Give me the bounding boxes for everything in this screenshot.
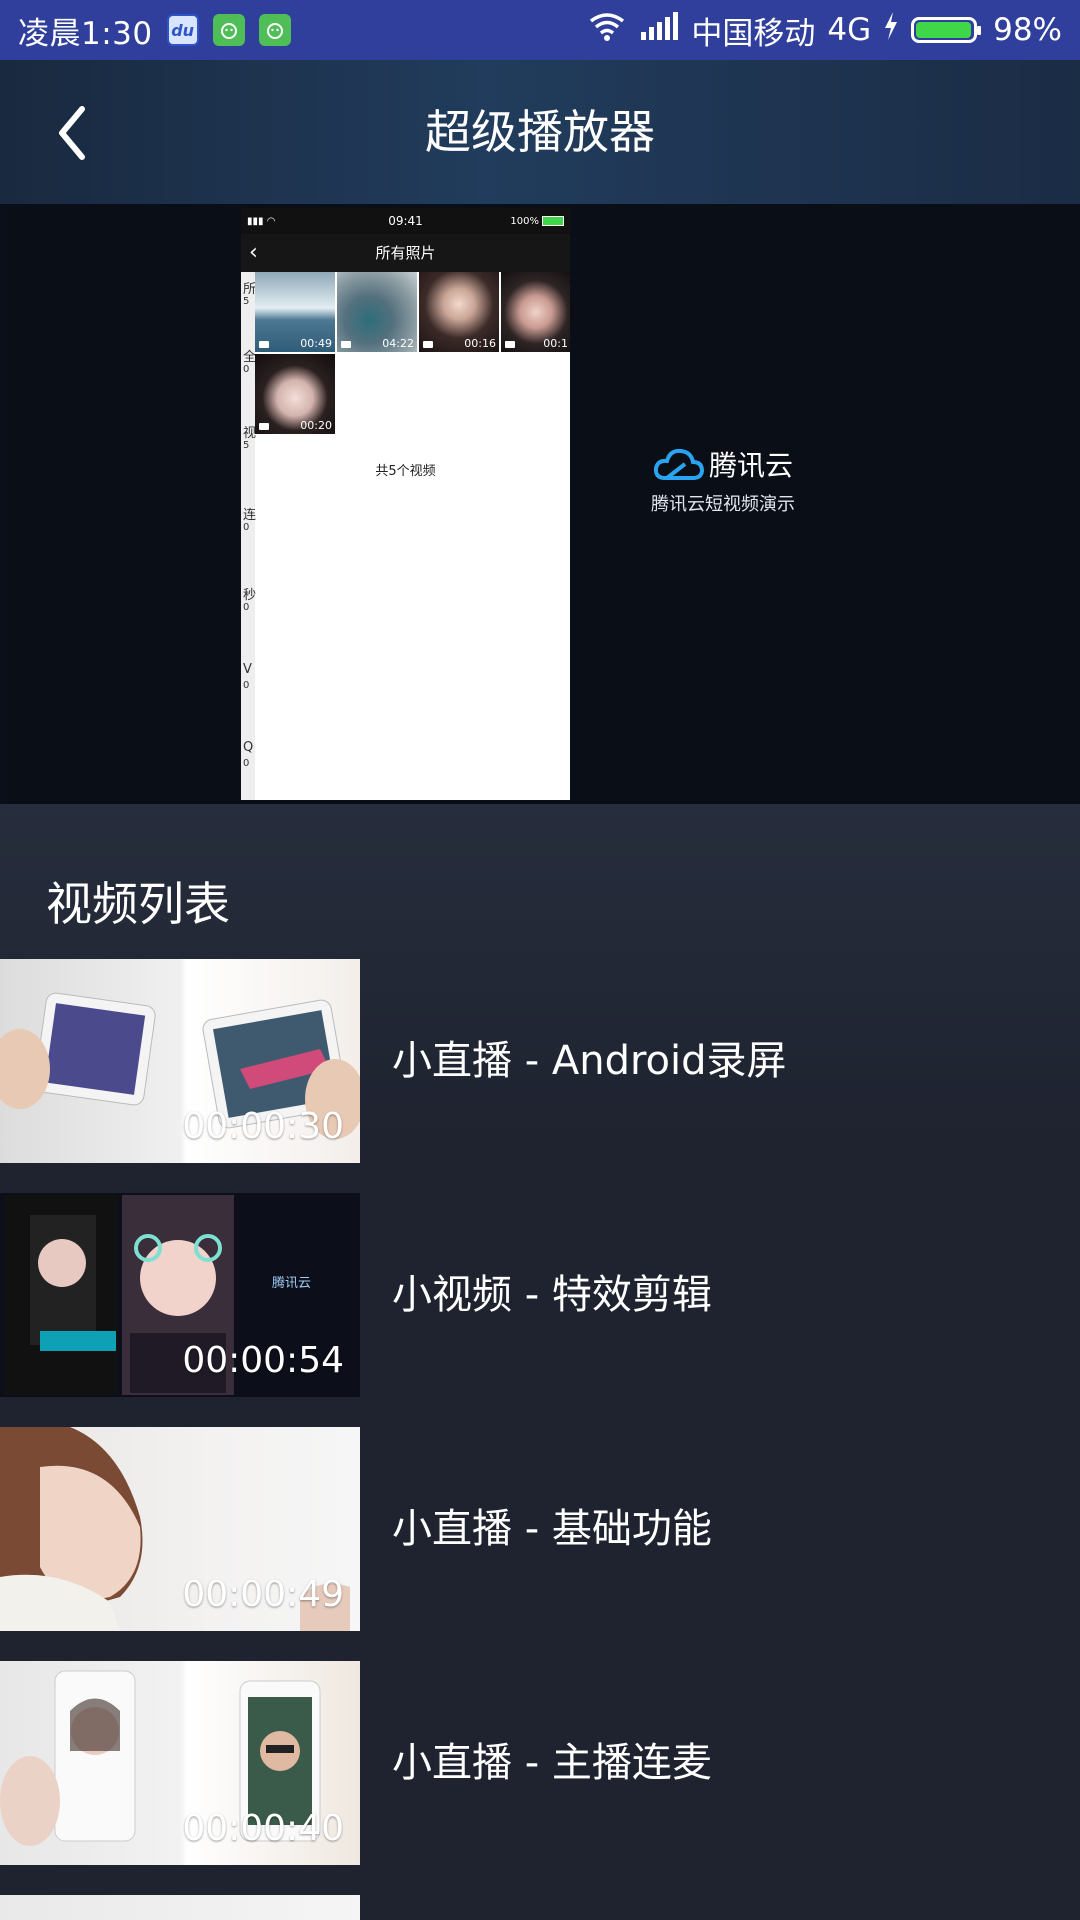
cat-app-icon [212,14,245,46]
video-list-item[interactable]: 00:00:49 小直播 - 基础功能 [0,1427,1080,1631]
phone-video-grid: 00:49 04:22 00:16 00:1 00:20 [255,272,570,442]
charging-icon [883,12,899,48]
video-duration: 00:00:49 [182,1574,344,1615]
status-bar: 凌晨1:30 du 中国移动 4G 98% [0,0,1080,60]
battery-percent: 98% [993,12,1062,48]
phone-video-count: 共5个视频 [375,464,436,479]
video-list-item-partial[interactable] [0,1895,1080,1920]
video-list-item[interactable]: 00:00:40 小直播 - 主播连麦 [0,1661,1080,1865]
phone-nav-bar: ‹ 所有照片 [241,234,570,272]
phone-video-thumb: 04:22 [337,272,417,352]
tencent-cloud-logo: 腾讯云 腾讯云短视频演示 [638,444,808,516]
video-duration: 00:00:54 [182,1340,344,1381]
video-frame-phone-screen: ▮▮▮ ◠ 09:41 100% ‹ 所有照片 所 5 全 0 视 5 连 0 … [241,208,570,800]
battery-icon [911,17,982,43]
video-thumbnail: 腾讯云 00:00:54 [0,1193,360,1397]
du-app-icon: du [166,14,199,46]
network-type: 4G [827,12,872,48]
phone-signal-icon: ▮▮▮ ◠ [247,215,276,227]
video-thumbnail: 00:00:49 [0,1427,360,1631]
cat-app-icon [258,14,291,46]
video-title: 小直播 - 基础功能 [392,1506,712,1552]
video-title: 小直播 - Android录屏 [392,1038,787,1084]
wifi-icon [587,11,627,49]
phone-video-thumb: 00:20 [255,354,335,434]
phone-status-bar: ▮▮▮ ◠ 09:41 100% [241,208,570,234]
phone-video-thumb: 00:1 [501,272,570,352]
video-title: 小直播 - 主播连麦 [392,1740,712,1786]
svg-text:腾讯云: 腾讯云 [272,1275,311,1290]
logo-name: 腾讯云 [708,449,793,482]
cloud-logo-icon [653,448,704,480]
carrier-name: 中国移动 [691,15,816,52]
title-bar: 超级播放器 [0,60,1080,204]
phone-video-thumb: 00:49 [255,272,335,352]
video-thumbnail [0,1895,360,1920]
video-thumbnail: 00:00:40 [0,1661,360,1865]
phone-video-thumb: 00:16 [419,272,499,352]
video-list-section: 视频列表 00:00:30 小直播 - Android录屏 腾讯云 00:00:… [0,804,1080,1920]
phone-back-icon: ‹ [249,240,258,265]
page-title: 超级播放器 [425,105,655,159]
video-duration: 00:00:40 [182,1808,344,1849]
video-list-item[interactable]: 腾讯云 00:00:54 小视频 - 特效剪辑 [0,1193,1080,1397]
video-thumbnail: 00:00:30 [0,959,360,1163]
phone-side-labels: 所 5 全 0 视 5 连 0 秒 0 V 0 Q 0 [241,272,256,800]
logo-subtitle: 腾讯云短视频演示 [651,494,795,515]
video-duration: 00:00:30 [182,1106,344,1147]
video-list-item[interactable]: 00:00:30 小直播 - Android录屏 [0,959,1080,1163]
phone-battery: 100% [510,216,564,227]
section-title: 视频列表 [46,877,230,931]
status-time: 凌晨1:30 [18,15,153,52]
signal-icon [639,12,679,48]
video-player[interactable]: ▮▮▮ ◠ 09:41 100% ‹ 所有照片 所 5 全 0 视 5 连 0 … [0,204,1080,804]
video-title: 小视频 - 特效剪辑 [392,1272,712,1318]
phone-time: 09:41 [388,214,423,228]
phone-nav-title: 所有照片 [375,244,436,262]
